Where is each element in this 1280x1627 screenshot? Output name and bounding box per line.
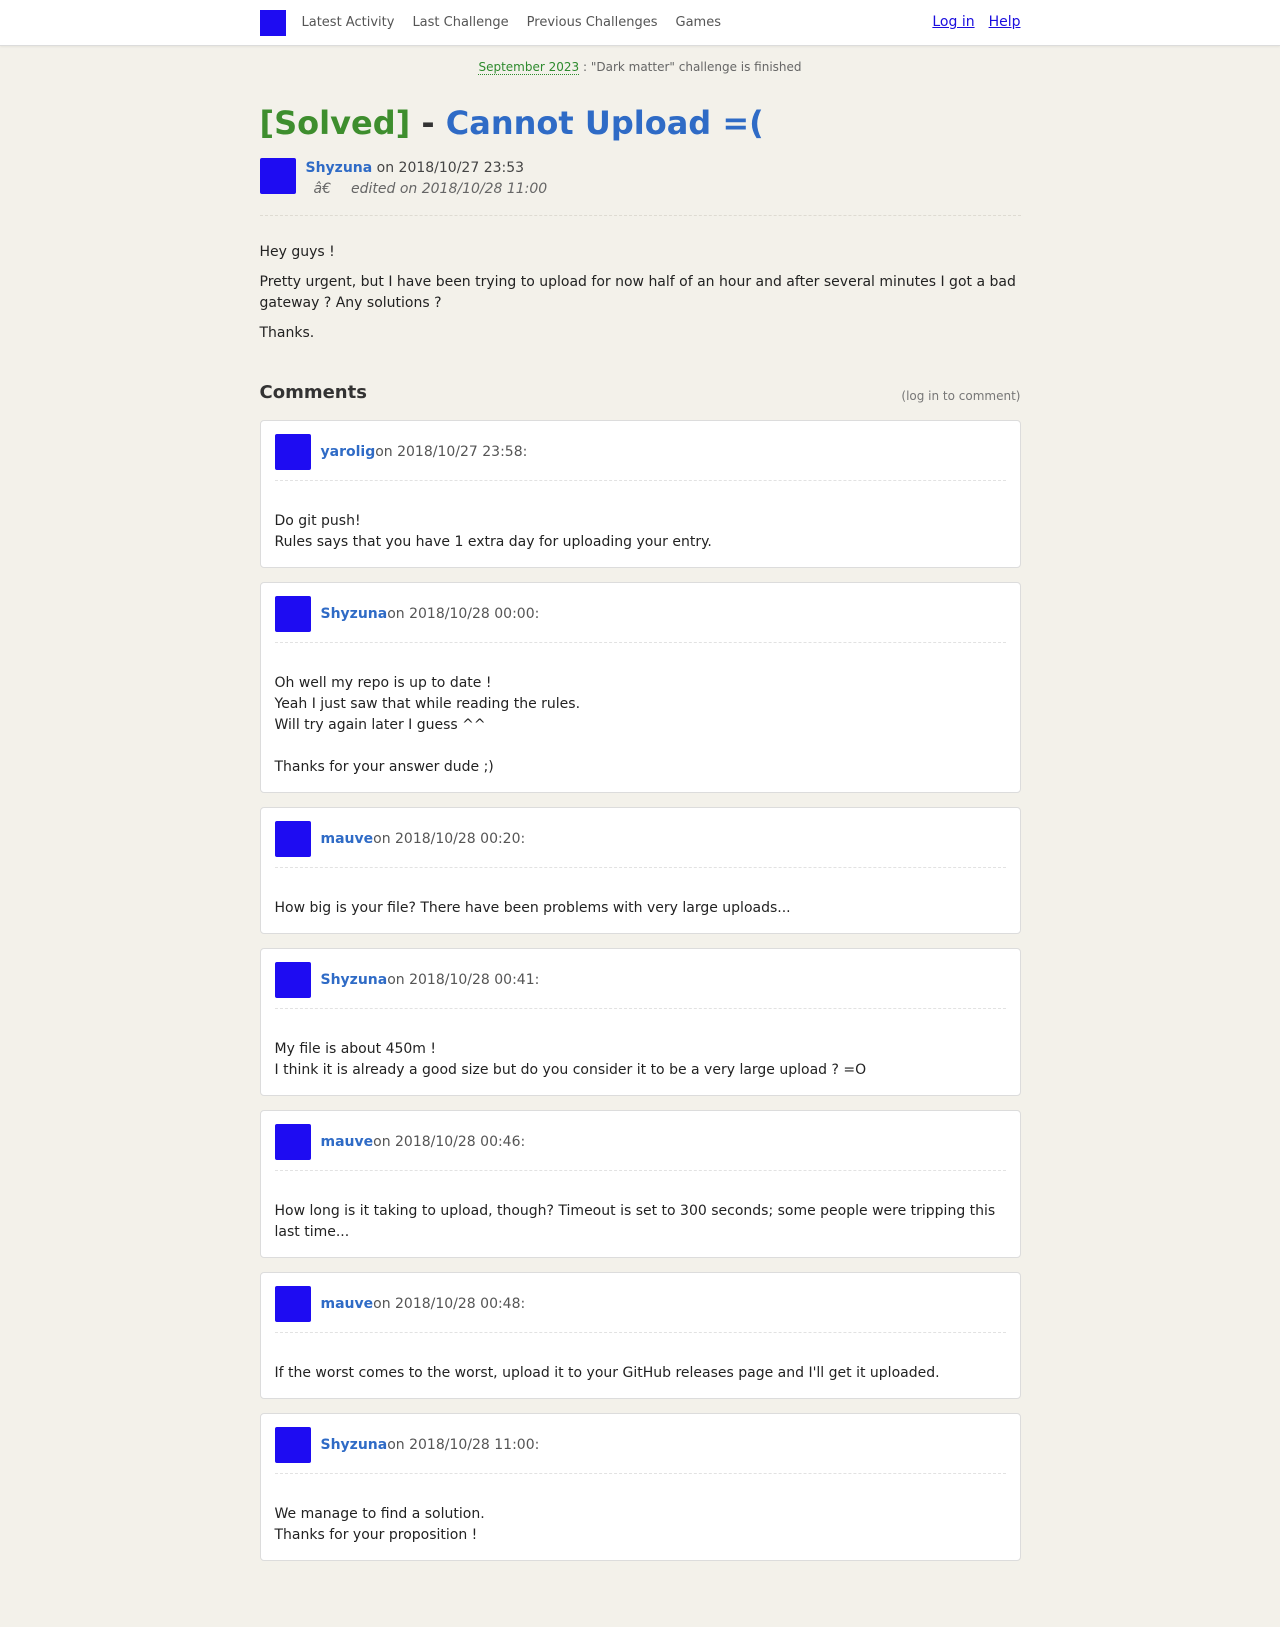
comment-body: My file is about 450m ! I think it is al… bbox=[275, 1009, 1006, 1095]
comment-line: If the worst comes to the worst, upload … bbox=[274, 1365, 940, 1381]
comment-header: Shyzuna on 2018/10/28 00:00: bbox=[274, 596, 1006, 632]
post-paragraph: Pretty urgent, but I have been trying to… bbox=[259, 274, 1016, 311]
post-body: Hey guys ! Pretty urgent, but I have bee… bbox=[260, 242, 1021, 344]
comment-body: Do git push! Rules says that you have 1 … bbox=[275, 481, 1006, 567]
comment-date: on 2018/10/28 00:48: bbox=[373, 1296, 526, 1312]
comment-date: on 2018/10/28 00:00: bbox=[387, 606, 540, 622]
comment-line: Do git push! bbox=[274, 513, 361, 529]
author-avatar[interactable] bbox=[259, 158, 296, 194]
comment-body: How big is your file? There have been pr… bbox=[275, 868, 1006, 933]
comment-card: yarolig on 2018/10/27 23:58: Do git push… bbox=[259, 420, 1021, 568]
post-title: [Solved] - Cannot Upload =( bbox=[260, 104, 1021, 142]
main-content: [Solved] - Cannot Upload =( Shyzuna on 2… bbox=[259, 104, 1021, 1561]
top-nav-bar: Latest Activity Last Challenge Previous … bbox=[0, 0, 1280, 46]
title-dash: - bbox=[410, 104, 446, 142]
comment-line: Thanks for your answer dude ;) bbox=[274, 759, 494, 775]
nav-latest-activity[interactable]: Latest Activity bbox=[302, 15, 395, 30]
comments-header: Comments (log in to comment) bbox=[260, 382, 1021, 403]
comment-author-link[interactable]: Shyzuna bbox=[321, 606, 388, 622]
comment-card: mauve on 2018/10/28 00:20: How big is yo… bbox=[259, 807, 1021, 934]
top-nav-inner: Latest Activity Last Challenge Previous … bbox=[259, 0, 1021, 45]
comment-header: Shyzuna on 2018/10/28 11:00: bbox=[274, 1427, 1006, 1463]
comment-body: How long is it taking to upload, though?… bbox=[275, 1171, 1006, 1257]
comment-line: We manage to find a solution. bbox=[274, 1506, 485, 1522]
post-paragraph: Hey guys ! bbox=[259, 244, 335, 260]
edited-text: edited on 2018/10/28 11:00 bbox=[351, 181, 548, 197]
comment-line: Yeah I just saw that while reading the r… bbox=[274, 696, 581, 712]
login-to-comment-link[interactable]: (log in to comment) bbox=[901, 389, 1020, 403]
comment-line: How long is it taking to upload, though?… bbox=[274, 1203, 996, 1240]
announcement-text: : "Dark matter" challenge is finished bbox=[579, 60, 802, 74]
comment-avatar[interactable] bbox=[274, 1427, 311, 1463]
login-link[interactable]: Log in bbox=[932, 14, 974, 30]
main-nav: Latest Activity Last Challenge Previous … bbox=[302, 15, 739, 30]
comments-heading: Comments bbox=[259, 382, 367, 403]
comment-date: on 2018/10/27 23:58: bbox=[375, 444, 528, 460]
comment-card: mauve on 2018/10/28 00:46: How long is i… bbox=[259, 1110, 1021, 1258]
comment-author-link[interactable]: mauve bbox=[321, 1134, 374, 1150]
comment-author-link[interactable]: mauve bbox=[321, 1296, 374, 1312]
post-edited: â€ edited on 2018/10/28 11:00 bbox=[306, 179, 548, 200]
comment-avatar[interactable] bbox=[274, 821, 311, 857]
comment-line: Will try again later I guess ^^ bbox=[274, 717, 486, 733]
comment-line: I think it is already a good size but do… bbox=[274, 1062, 867, 1078]
comment-body: If the worst comes to the worst, upload … bbox=[275, 1333, 1006, 1398]
solved-badge: [Solved] bbox=[259, 104, 411, 142]
comment-body: We manage to find a solution. Thanks for… bbox=[275, 1474, 1006, 1560]
post-paragraph: Thanks. bbox=[259, 325, 315, 341]
comment-author-link[interactable]: Shyzuna bbox=[321, 1437, 388, 1453]
comment-header: Shyzuna on 2018/10/28 00:41: bbox=[274, 962, 1006, 998]
announcement-date-link[interactable]: September 2023 bbox=[478, 60, 580, 75]
comment-line: How big is your file? There have been pr… bbox=[274, 900, 791, 916]
post-author-link[interactable]: Shyzuna bbox=[306, 160, 373, 176]
account-links: Log in Help bbox=[918, 14, 1020, 30]
comment-card: Shyzuna on 2018/10/28 11:00: We manage t… bbox=[259, 1413, 1021, 1561]
comment-line: Thanks for your proposition ! bbox=[274, 1527, 478, 1543]
nav-last-challenge[interactable]: Last Challenge bbox=[412, 15, 508, 30]
comment-author-link[interactable]: yarolig bbox=[321, 444, 376, 460]
comment-date: on 2018/10/28 00:46: bbox=[373, 1134, 526, 1150]
post-title-text: Cannot Upload =( bbox=[445, 104, 764, 142]
comment-header: mauve on 2018/10/28 00:48: bbox=[274, 1286, 1006, 1322]
site-logo[interactable] bbox=[259, 9, 286, 36]
comment-avatar[interactable] bbox=[274, 434, 311, 470]
comment-body: Oh well my repo is up to date ! Yeah I j… bbox=[275, 643, 1006, 792]
help-link[interactable]: Help bbox=[989, 14, 1021, 30]
post-meta-text: Shyzuna on 2018/10/27 23:53 â€ edited on … bbox=[306, 158, 548, 200]
nav-previous-challenges[interactable]: Previous Challenges bbox=[527, 15, 658, 30]
comment-avatar[interactable] bbox=[274, 596, 311, 632]
announcement-bar: September 2023 : "Dark matter" challenge… bbox=[0, 60, 1280, 75]
comment-line: Rules says that you have 1 extra day for… bbox=[274, 534, 712, 550]
comment-card: mauve on 2018/10/28 00:48: If the worst … bbox=[259, 1272, 1021, 1399]
post-meta: Shyzuna on 2018/10/27 23:53 â€ edited on … bbox=[259, 158, 1021, 200]
nav-games[interactable]: Games bbox=[676, 15, 721, 30]
comment-header: yarolig on 2018/10/27 23:58: bbox=[274, 434, 1006, 470]
comment-line: Oh well my repo is up to date ! bbox=[274, 675, 492, 691]
post-date: on 2018/10/27 23:53 bbox=[372, 160, 525, 176]
comment-date: on 2018/10/28 00:20: bbox=[373, 831, 526, 847]
comment-date: on 2018/10/28 00:41: bbox=[387, 972, 540, 988]
comment-avatar[interactable] bbox=[274, 962, 311, 998]
comment-avatar[interactable] bbox=[274, 1124, 311, 1160]
comment-header: mauve on 2018/10/28 00:20: bbox=[274, 821, 1006, 857]
post-divider bbox=[259, 215, 1021, 216]
comment-line: My file is about 450m ! bbox=[274, 1041, 437, 1057]
comment-card: Shyzuna on 2018/10/28 00:00: Oh well my … bbox=[259, 582, 1021, 793]
comment-date: on 2018/10/28 11:00: bbox=[387, 1437, 540, 1453]
comment-card: Shyzuna on 2018/10/28 00:41: My file is … bbox=[259, 948, 1021, 1096]
comment-author-link[interactable]: mauve bbox=[321, 831, 374, 847]
edited-glyph: â€ bbox=[313, 181, 332, 197]
comment-avatar[interactable] bbox=[274, 1286, 311, 1322]
comment-author-link[interactable]: Shyzuna bbox=[321, 972, 388, 988]
comment-line bbox=[275, 736, 1006, 757]
comment-header: mauve on 2018/10/28 00:46: bbox=[274, 1124, 1006, 1160]
